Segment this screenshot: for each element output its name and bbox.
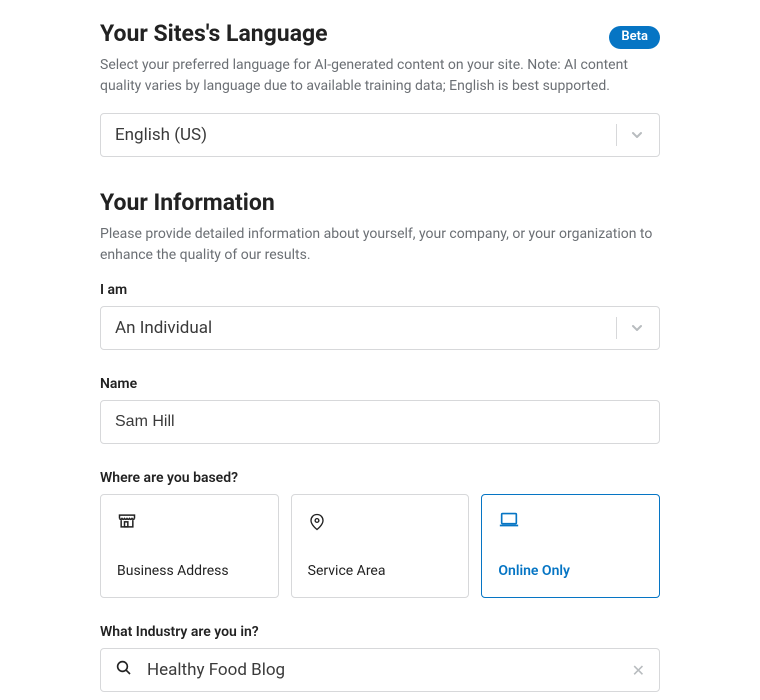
industry-search[interactable]: Healthy Food Blog ✕	[100, 648, 660, 692]
industry-value: Healthy Food Blog	[147, 660, 632, 680]
storefront-icon	[117, 511, 262, 543]
iam-select-value: An Individual	[115, 318, 608, 338]
language-heading-row: Your Sites's Language Beta	[100, 20, 660, 55]
iam-select[interactable]: An Individual	[100, 306, 660, 350]
iam-field: I am An Individual	[100, 282, 660, 350]
option-online-only[interactable]: Online Only	[481, 494, 660, 598]
information-description: Please provide detailed information abou…	[100, 224, 660, 266]
iam-label: I am	[100, 282, 660, 298]
information-title: Your Information	[100, 189, 660, 216]
based-label: Where are you based?	[100, 470, 660, 486]
location-pin-icon	[308, 511, 453, 543]
option-service-area[interactable]: Service Area	[291, 494, 470, 598]
name-label: Name	[100, 376, 660, 392]
name-field: Name	[100, 376, 660, 444]
beta-badge: Beta	[609, 26, 660, 49]
based-options: Business Address Service Area	[100, 494, 660, 598]
language-section: Your Sites's Language Beta Select your p…	[100, 20, 660, 157]
select-divider	[616, 317, 617, 339]
option-business-label: Business Address	[117, 563, 262, 579]
language-title: Your Sites's Language	[100, 20, 328, 47]
option-business-address[interactable]: Business Address	[100, 494, 279, 598]
industry-label: What Industry are you in?	[100, 624, 660, 640]
select-divider	[616, 124, 617, 146]
language-select-value: English (US)	[115, 125, 608, 145]
laptop-icon	[498, 511, 643, 543]
chevron-down-icon	[629, 320, 645, 336]
information-section: Your Information Please provide detailed…	[100, 189, 660, 692]
search-icon	[115, 659, 133, 681]
name-input[interactable]	[100, 400, 660, 444]
language-select[interactable]: English (US)	[100, 113, 660, 157]
option-service-label: Service Area	[308, 563, 453, 579]
chevron-down-icon	[629, 127, 645, 143]
based-field: Where are you based? Business Address	[100, 470, 660, 598]
clear-icon[interactable]: ✕	[632, 661, 645, 680]
industry-field: What Industry are you in? Healthy Food B…	[100, 624, 660, 692]
option-online-label: Online Only	[498, 563, 643, 579]
language-description: Select your preferred language for AI-ge…	[100, 55, 660, 97]
